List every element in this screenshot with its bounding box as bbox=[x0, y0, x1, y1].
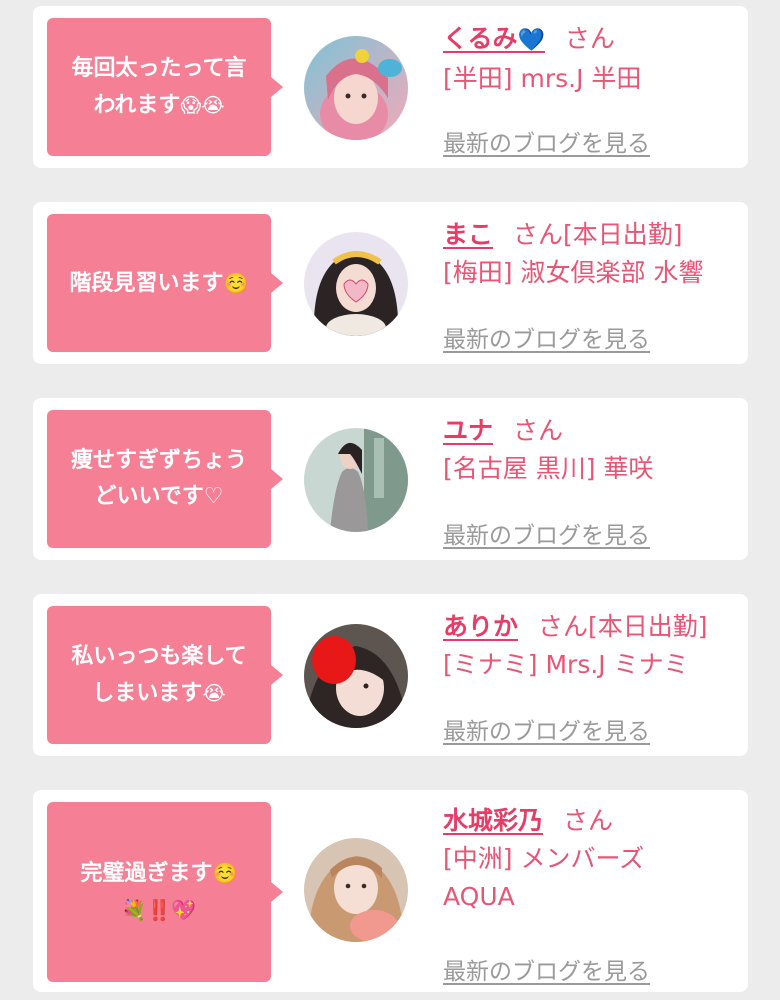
area-label: [梅田] bbox=[443, 258, 513, 287]
honorific: さん bbox=[563, 806, 614, 835]
blue-heart-icon: 💙 bbox=[517, 28, 545, 53]
honorific: さん bbox=[513, 416, 564, 445]
avatar[interactable] bbox=[304, 36, 408, 140]
comment-bubble: 痩せすぎずちょう どいいです♡ bbox=[47, 410, 283, 548]
review-card: 階段見習います☺️ まこ さん[本日出勤] [梅田] 淑女倶楽部 水響 最新のブロ… bbox=[33, 202, 748, 364]
comment-bubble: 私いっつも楽して しまいます😭 bbox=[47, 606, 283, 744]
avatar[interactable] bbox=[304, 624, 408, 728]
avatar[interactable] bbox=[304, 232, 408, 336]
comment-text-line2: われます bbox=[93, 92, 181, 118]
comment-bubble: 毎回太ったって言 われます😱😭 bbox=[47, 18, 283, 156]
blog-link[interactable]: 最新のブログを見る bbox=[443, 320, 650, 354]
review-card: 痩せすぎずちょう どいいです♡ ユナ さん [名古屋 黒川] 華咲 最新のブログを… bbox=[33, 398, 748, 560]
comment-emoji: ☺️ bbox=[212, 861, 238, 885]
profile-info: 水城彩乃 さん [中洲] メンバーズ AQUA 最新のブログを見る bbox=[443, 802, 743, 985]
comment-emoji: 😱😭 bbox=[180, 92, 225, 117]
comment-text-line1: 完璧過ぎます bbox=[80, 861, 213, 886]
comment-text-line1: 毎回太ったって言 bbox=[71, 55, 247, 81]
profile-name-link[interactable]: くるみ💙 bbox=[443, 24, 545, 53]
shop-name: mrs.J 半田 bbox=[520, 64, 642, 93]
honorific: さん bbox=[538, 612, 589, 641]
comment-text-line1: 痩せすぎずちょう bbox=[70, 448, 247, 473]
profile-name: くるみ bbox=[443, 24, 518, 53]
area-label: [中洲] bbox=[443, 844, 513, 873]
status-badge: [本日出勤] bbox=[563, 220, 683, 249]
bouquet-exclamation-heart-icons: 💐‼️💖 bbox=[121, 898, 197, 922]
status-badge: [本日出勤] bbox=[588, 612, 708, 641]
profile-info: ありか さん[本日出勤] [ミナミ] Mrs.J ミナミ 最新のブログを見る bbox=[443, 608, 743, 745]
shop-name: Mrs.J ミナミ bbox=[545, 650, 689, 679]
profile-info: まこ さん[本日出勤] [梅田] 淑女倶楽部 水響 最新のブログを見る bbox=[443, 216, 743, 353]
review-card: 毎回太ったって言 われます😱😭 くるみ💙 さん [半田] mrs.J 半田 最新の… bbox=[33, 6, 748, 168]
profile-name-link[interactable]: 水城彩乃 bbox=[443, 806, 543, 835]
shop-name: 淑女倶楽部 水響 bbox=[520, 258, 704, 287]
profile-info: ユナ さん [名古屋 黒川] 華咲 最新のブログを見る bbox=[443, 412, 743, 549]
area-label: [半田] bbox=[443, 64, 513, 93]
comment-text-line1: 階段見習います bbox=[69, 270, 224, 296]
avatar[interactable] bbox=[304, 838, 408, 942]
avatar[interactable] bbox=[304, 428, 408, 532]
blog-link[interactable]: 最新のブログを見る bbox=[443, 124, 650, 158]
review-card: 私いっつも楽して しまいます😭 ありか さん[本日出勤] [ミナミ] Mrs.J … bbox=[33, 594, 748, 756]
profile-name-link[interactable]: まこ bbox=[443, 220, 493, 249]
comment-bubble: 完璧過ぎます☺️ 💐‼️💖 bbox=[47, 802, 283, 982]
shop-name: メンバーズ bbox=[520, 844, 645, 873]
comment-bubble: 階段見習います☺️ bbox=[47, 214, 283, 352]
comment-text-line2: しまいます bbox=[92, 680, 203, 706]
shop-name: 華咲 bbox=[603, 454, 654, 483]
blog-link[interactable]: 最新のブログを見る bbox=[443, 952, 650, 986]
comment-emoji: ☺️ bbox=[223, 270, 249, 295]
profile-name-link[interactable]: ユナ bbox=[443, 416, 493, 445]
profile-info: くるみ💙 さん [半田] mrs.J 半田 最新のブログを見る bbox=[443, 20, 743, 157]
review-card: 完璧過ぎます☺️ 💐‼️💖 水城彩乃 さん [中洲] メンバーズ AQUA 最新の… bbox=[33, 790, 748, 992]
comment-text-line1: 私いっつも楽して bbox=[71, 643, 247, 669]
area-label: [ミナミ] bbox=[443, 650, 538, 679]
honorific: さん bbox=[564, 24, 615, 53]
honorific: さん bbox=[513, 220, 564, 249]
blog-link[interactable]: 最新のブログを見る bbox=[443, 712, 650, 746]
comment-emoji: 😭 bbox=[202, 680, 226, 705]
blog-link[interactable]: 最新のブログを見る bbox=[443, 516, 650, 550]
comment-text-line2: どいいです♡ bbox=[94, 484, 224, 509]
profile-name-link[interactable]: ありか bbox=[443, 612, 518, 641]
area-label: [名古屋 黒川] bbox=[443, 454, 596, 483]
shop-name-line2: AQUA bbox=[443, 882, 515, 911]
